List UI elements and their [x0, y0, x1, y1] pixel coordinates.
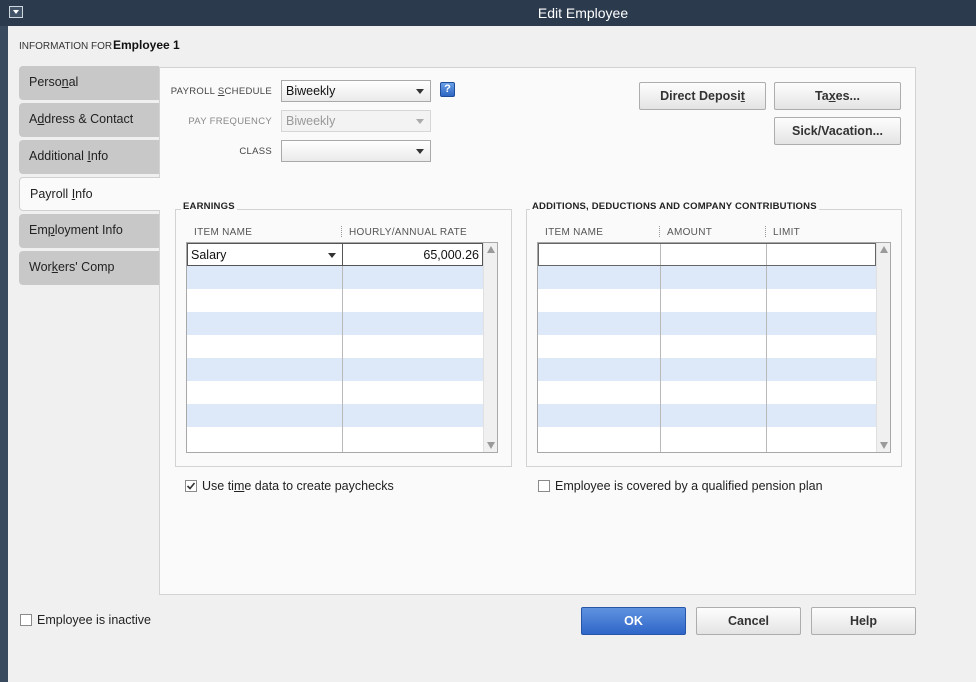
column-divider — [660, 243, 661, 452]
taxes-button[interactable]: Taxes... — [774, 82, 901, 110]
earnings-col-rate: HOURLY/ANNUAL RATE — [349, 227, 468, 238]
earnings-item-cell[interactable]: Salary — [187, 243, 343, 266]
table-row[interactable] — [187, 312, 483, 335]
scroll-down-icon[interactable] — [880, 442, 888, 449]
pay-frequency-select: Biweekly — [281, 110, 431, 132]
table-row[interactable] — [187, 335, 483, 358]
sick-vacation-button[interactable]: Sick/Vacation... — [774, 117, 901, 145]
column-divider — [660, 244, 661, 265]
pension-plan-checkbox[interactable] — [538, 480, 550, 492]
scroll-up-icon[interactable] — [487, 246, 495, 253]
info-for-label: INFORMATION FOR — [19, 41, 113, 52]
earnings-rate-cell[interactable]: 65,000.26 — [342, 243, 483, 266]
column-divider — [766, 243, 767, 452]
table-row[interactable] — [187, 381, 483, 404]
employee-name: Employee 1 — [113, 38, 180, 52]
chevron-down-icon — [416, 89, 424, 94]
employee-inactive-label[interactable]: Employee is inactive — [37, 613, 151, 627]
additions-table[interactable] — [537, 242, 891, 453]
payroll-schedule-select[interactable]: Biweekly — [281, 80, 431, 102]
pension-plan-label[interactable]: Employee is covered by a qualified pensi… — [555, 479, 823, 493]
additions-row-selected[interactable] — [538, 243, 876, 266]
column-separator — [765, 226, 766, 237]
use-time-data-label[interactable]: Use time data to create paychecks — [202, 479, 394, 493]
pay-frequency-label: PAY FREQUENCY — [188, 116, 272, 127]
window-edge — [0, 26, 8, 682]
table-row[interactable] — [187, 289, 483, 312]
table-row[interactable] — [538, 358, 876, 381]
additions-scrollbar[interactable] — [876, 243, 890, 452]
earnings-table[interactable]: Salary 65,000.26 — [186, 242, 498, 453]
column-divider — [342, 243, 343, 452]
tab-workers-comp[interactable]: Workers' Comp — [19, 251, 159, 285]
tab-address-contact[interactable]: Address & Contact — [19, 103, 159, 137]
table-row[interactable] — [538, 312, 876, 335]
additions-col-amount: AMOUNT — [667, 227, 713, 238]
column-divider — [766, 244, 767, 265]
scroll-up-icon[interactable] — [880, 246, 888, 253]
chevron-down-icon[interactable] — [328, 253, 336, 258]
class-select[interactable] — [281, 140, 431, 162]
scroll-down-icon[interactable] — [487, 442, 495, 449]
table-row[interactable] — [187, 266, 483, 289]
tab-payroll-info[interactable]: Payroll Info — [19, 177, 160, 211]
earnings-scrollbar[interactable] — [483, 243, 497, 452]
ok-button[interactable]: OK — [581, 607, 686, 635]
cancel-button[interactable]: Cancel — [696, 607, 801, 635]
tab-employment-info[interactable]: Employment Info — [19, 214, 159, 248]
chevron-down-icon — [416, 119, 424, 124]
class-label: CLASS — [239, 146, 272, 157]
earnings-rate-value: 65,000.26 — [423, 248, 479, 262]
additions-col-item-name: ITEM NAME — [545, 227, 604, 238]
earnings-title: EARNINGS — [181, 201, 237, 212]
employee-inactive-checkbox[interactable] — [20, 614, 32, 626]
table-row[interactable] — [187, 358, 483, 381]
table-row[interactable] — [538, 289, 876, 312]
table-row[interactable] — [538, 266, 876, 289]
direct-deposit-button[interactable]: Direct Deposit — [639, 82, 766, 110]
earnings-item-value: Salary — [191, 248, 227, 262]
table-row[interactable] — [187, 404, 483, 427]
window-title: Edit Employee — [537, 5, 629, 21]
help-button[interactable]: Help — [811, 607, 916, 635]
additions-col-limit: LIMIT — [773, 227, 801, 238]
tab-additional-info[interactable]: Additional Info — [19, 140, 159, 174]
chevron-down-icon — [416, 149, 424, 154]
table-row[interactable] — [538, 427, 876, 450]
earnings-col-item-name: ITEM NAME — [194, 227, 253, 238]
use-time-data-checkbox[interactable] — [185, 480, 197, 492]
table-row[interactable] — [538, 404, 876, 427]
column-separator — [659, 226, 660, 237]
help-question-icon[interactable]: ? — [440, 82, 455, 97]
additions-title: ADDITIONS, DEDUCTIONS AND COMPANY CONTRI… — [530, 201, 819, 212]
column-separator — [341, 226, 342, 237]
table-row[interactable] — [538, 381, 876, 404]
check-icon — [186, 482, 196, 490]
table-row[interactable] — [187, 427, 483, 450]
table-row[interactable] — [538, 335, 876, 358]
payroll-schedule-label: PAYROLL SCHEDULE — [170, 86, 272, 97]
tab-personal[interactable]: Personal — [19, 66, 159, 100]
